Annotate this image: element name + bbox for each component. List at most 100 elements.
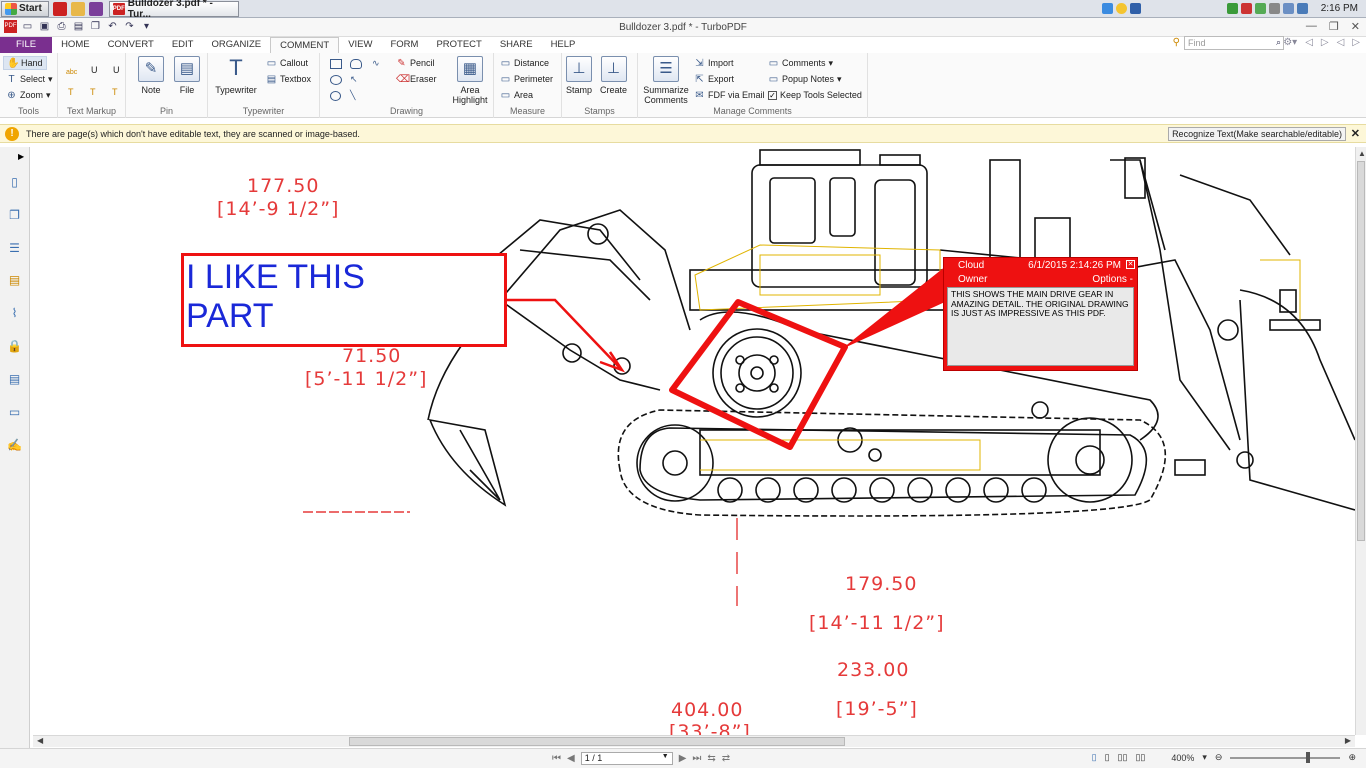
volume-icon[interactable]	[1296, 3, 1308, 14]
recognize-text-button[interactable]: Recognize Text(Make searchable/editable)	[1168, 127, 1346, 141]
facing-view-icon[interactable]: ▯▯	[1118, 752, 1128, 763]
maximize-icon[interactable]: ❐	[1329, 20, 1339, 33]
import-button[interactable]: ⇲ Import	[694, 56, 733, 70]
minimize-icon[interactable]: —	[1306, 20, 1317, 33]
comments-dropdown[interactable]: ▭ Comments ▾	[768, 56, 833, 70]
lock-icon[interactable]: 🔒	[6, 338, 23, 355]
note-button[interactable]: ✎ Note	[138, 56, 164, 95]
folder-icon[interactable]	[70, 1, 85, 16]
keep-tools-selected-checkbox[interactable]: ✓ Keep Tools Selected	[768, 88, 862, 102]
last-page-icon[interactable]: ⏭	[692, 753, 701, 764]
summarize-comments-button[interactable]: ☰ Summarize Comments	[642, 56, 690, 105]
comments-panel-icon[interactable]: ▤	[6, 272, 23, 289]
tab-help[interactable]: HELP	[542, 37, 585, 53]
popup-note-text[interactable]: THIS SHOWS THE MAIN DRIVE GEAR IN AMAZIN…	[947, 287, 1134, 366]
attachments-icon[interactable]: ⌇	[6, 305, 23, 322]
document-canvas[interactable]: I LIKE THIS PART 177.50 [14’-9 1/2”] 71.…	[33, 147, 1355, 735]
textbox-button[interactable]: ▤ Textbox	[266, 72, 311, 86]
oval-icon[interactable]	[330, 75, 342, 85]
zoom-slider-handle[interactable]	[1306, 751, 1311, 763]
close-notification-icon[interactable]: ✕	[1351, 127, 1360, 140]
distance-button[interactable]: ▭ Distance	[500, 56, 549, 70]
replace-text-icon[interactable]: T	[90, 85, 96, 99]
next-result-icon[interactable]: ▷	[1321, 37, 1329, 48]
stamp-button[interactable]: ⊥ Stamp	[566, 56, 592, 95]
document-info-icon[interactable]: ▤	[6, 371, 23, 388]
zoom-out-icon[interactable]: ⊖	[1215, 752, 1223, 763]
gear-icon[interactable]: ⚙▾	[1283, 37, 1297, 48]
scroll-left-icon[interactable]: ◀	[37, 736, 43, 745]
forward-icon[interactable]: ▷	[1352, 37, 1360, 48]
start-button[interactable]: Start	[1, 0, 49, 17]
perimeter-button[interactable]: ▭ Perimeter	[500, 72, 553, 86]
highlight-text-icon[interactable]: abc	[66, 65, 77, 79]
tab-protect[interactable]: PROTECT	[427, 37, 490, 53]
previous-page-icon[interactable]: ◀	[567, 753, 575, 764]
vertical-scroll-thumb[interactable]	[1357, 161, 1365, 541]
rectangle-icon[interactable]	[330, 59, 342, 69]
fdf-via-email-button[interactable]: ✉ FDF via Email	[694, 88, 764, 102]
chevron-down-icon[interactable]: ▾	[1202, 752, 1207, 763]
select-tool-button[interactable]: T Select ▾	[6, 72, 52, 86]
taskbar-window-button[interactable]: PDF Bulldozer 3.pdf * - Tur...	[108, 0, 239, 20]
sync-icon[interactable]	[1254, 3, 1266, 14]
next-view-icon[interactable]: ⇄	[722, 753, 730, 764]
desktop-icon[interactable]	[1129, 3, 1141, 14]
page-number-field[interactable]: 1 / 1 ▼	[580, 752, 673, 765]
typewriter-button[interactable]: T Typewriter	[213, 56, 259, 96]
search-icon[interactable]: ⌕	[1276, 37, 1281, 48]
insert-text-icon[interactable]: T	[112, 85, 118, 99]
callout-textbox[interactable]: I LIKE THIS PART	[181, 253, 507, 347]
first-page-icon[interactable]: ⏮	[552, 753, 561, 764]
monitor-icon[interactable]	[1282, 3, 1294, 14]
chrome-icon[interactable]	[1115, 3, 1127, 14]
tab-edit[interactable]: EDIT	[163, 37, 203, 53]
find-options-icon[interactable]: ⚲	[1173, 37, 1180, 48]
page-thumbnail-icon[interactable]: ▯	[6, 174, 23, 191]
zoom-tool-button[interactable]: ⊕ Zoom ▾	[6, 88, 50, 102]
tab-file[interactable]: FILE	[0, 37, 53, 53]
previous-result-icon[interactable]: ◁	[1305, 37, 1313, 48]
area-highlight-button[interactable]: ▦ Area Highlight	[450, 56, 490, 105]
tab-form[interactable]: FORM	[381, 37, 427, 53]
popup-notes-dropdown[interactable]: ▭ Popup Notes ▾	[768, 72, 842, 86]
expand-panel-icon[interactable]: ▶	[18, 152, 24, 161]
back-icon[interactable]: ◁	[1337, 37, 1345, 48]
close-icon[interactable]: ✕	[1351, 20, 1360, 33]
scroll-up-icon[interactable]: ▲	[1358, 149, 1366, 158]
popup-options-menu[interactable]: Options -	[1092, 274, 1133, 285]
chevron-down-icon[interactable]: ▼	[662, 753, 669, 760]
cloud-icon[interactable]	[350, 59, 362, 69]
clock[interactable]: 2:16 PM	[1321, 3, 1358, 14]
app-launcher-icon[interactable]	[88, 1, 103, 16]
area-button[interactable]: ▭ Area	[500, 88, 533, 102]
arrow-icon[interactable]: ↖	[350, 72, 358, 86]
pencil-button[interactable]: ✎ Pencil	[396, 56, 434, 70]
flag-icon[interactable]	[1268, 3, 1280, 14]
hand-tool-button[interactable]: ✋ Hand	[3, 56, 47, 70]
bookmarks-icon[interactable]: ☰	[6, 240, 23, 257]
underline-icon[interactable]: U	[91, 63, 98, 77]
tab-home[interactable]: HOME	[52, 37, 99, 53]
security-icon[interactable]	[1240, 3, 1252, 14]
tab-organize[interactable]: ORGANIZE	[202, 37, 270, 53]
tab-share[interactable]: SHARE	[491, 37, 542, 53]
find-input[interactable]: Find ⌕	[1184, 36, 1284, 50]
tab-comment[interactable]: COMMENT	[270, 37, 340, 53]
zoom-level[interactable]: 400%	[1171, 753, 1194, 763]
layers-icon[interactable]: ❐	[6, 207, 23, 224]
tab-view[interactable]: VIEW	[339, 37, 381, 53]
vertical-scrollbar[interactable]: ▲	[1355, 147, 1366, 735]
continuous-facing-view-icon[interactable]: ▯▯	[1135, 752, 1145, 763]
previous-view-icon[interactable]: ⇆	[707, 753, 715, 764]
signature-icon[interactable]: ✍	[6, 437, 23, 454]
form-fields-icon[interactable]: ▭	[6, 404, 23, 421]
network-icon[interactable]	[1226, 3, 1238, 14]
polygon-icon[interactable]	[330, 91, 341, 101]
squiggly-icon[interactable]: U	[113, 63, 120, 77]
polyline-icon[interactable]: ∿	[372, 56, 380, 70]
strikeout-icon[interactable]: T	[68, 85, 74, 99]
export-button[interactable]: ⇱ Export	[694, 72, 734, 86]
line-icon[interactable]: ╲	[350, 88, 355, 102]
tab-convert[interactable]: CONVERT	[99, 37, 163, 53]
